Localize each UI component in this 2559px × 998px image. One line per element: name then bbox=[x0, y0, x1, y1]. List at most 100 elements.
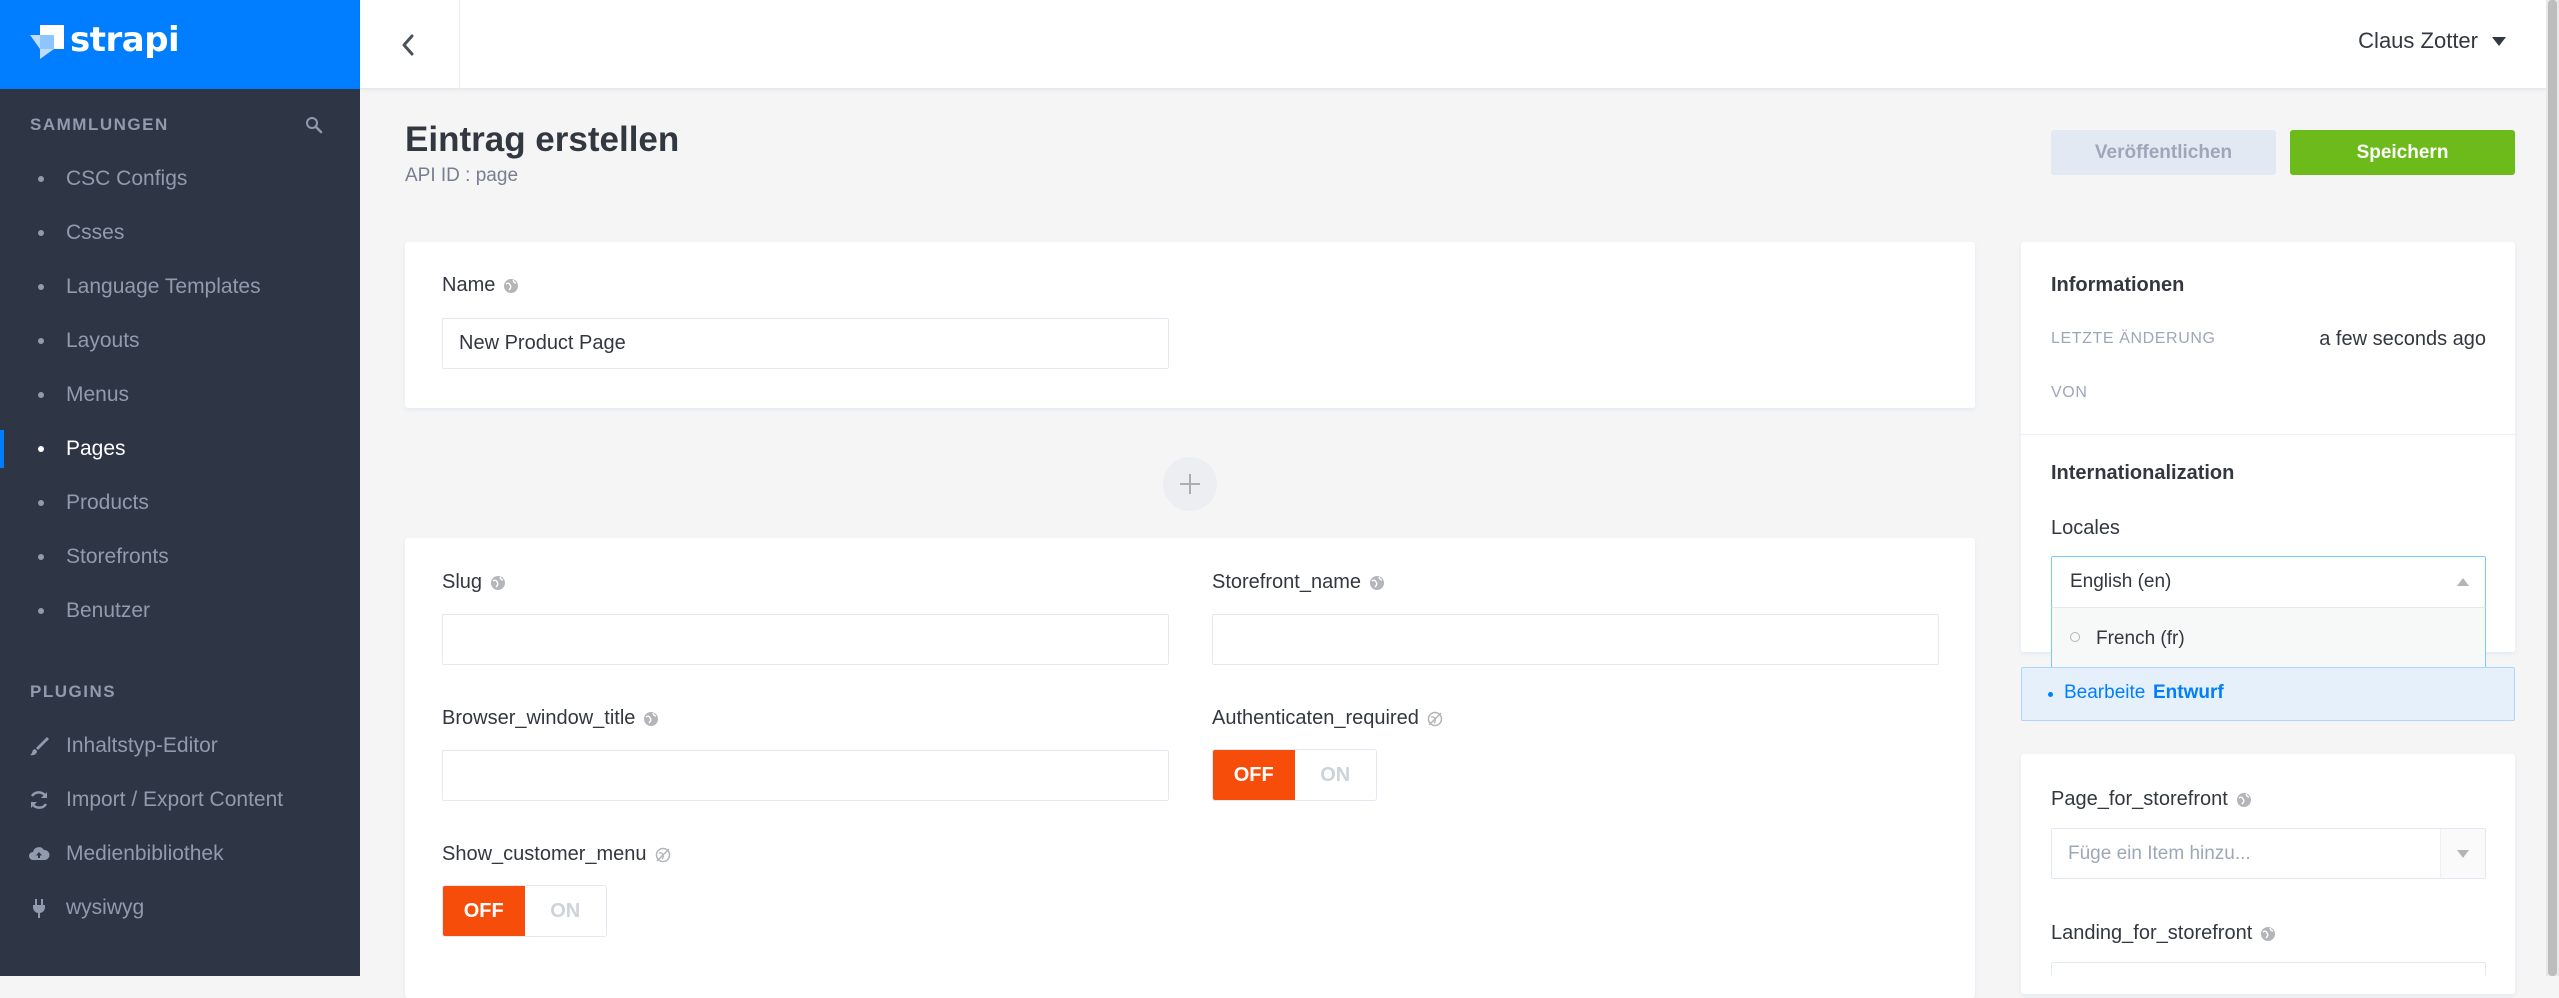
globe-icon bbox=[644, 711, 659, 726]
draft-state: Entwurf bbox=[2153, 682, 2224, 703]
sidebar-item-pages[interactable]: Pages bbox=[0, 422, 360, 476]
by-key: VON bbox=[2051, 384, 2088, 401]
chevron-left-icon bbox=[402, 34, 414, 56]
locale-option-label: French (fr) bbox=[2096, 628, 2185, 649]
search-icon[interactable] bbox=[305, 116, 323, 134]
globe-off-icon bbox=[1427, 711, 1443, 726]
bullet-icon bbox=[38, 392, 44, 398]
sidebar-item-layouts[interactable]: Layouts bbox=[0, 314, 360, 368]
strapi-logo-icon bbox=[30, 25, 64, 59]
sidebar-plugin-label: wysiwyg bbox=[66, 896, 145, 919]
sidebar-item-label: Benutzer bbox=[66, 599, 151, 622]
add-component-button[interactable] bbox=[1163, 457, 1217, 511]
sidebar-plugin-inhaltstyp-editor[interactable]: Inhaltstyp-Editor bbox=[0, 719, 360, 773]
sidebar-item-menus[interactable]: Menus bbox=[0, 368, 360, 422]
show-customer-menu-toggle[interactable]: OFF ON bbox=[442, 885, 607, 937]
show-customer-menu-label-text: Show_customer_menu bbox=[442, 843, 647, 865]
brand-name: strapi bbox=[70, 20, 180, 60]
slug-label-text: Slug bbox=[442, 571, 483, 593]
sidebar-item-language-templates[interactable]: Language Templates bbox=[0, 260, 360, 314]
sidebar-item-storefronts[interactable]: Storefronts bbox=[0, 530, 360, 584]
toggle-off-option[interactable]: OFF bbox=[443, 886, 525, 936]
page-for-storefront-placeholder: Füge ein Item hinzu... bbox=[2068, 843, 2251, 864]
sidebar-plugin-wysiwyg[interactable]: wysiwyg bbox=[0, 881, 360, 935]
globe-icon bbox=[1369, 575, 1384, 590]
sidebar-item-label: Menus bbox=[66, 383, 130, 406]
cloud-upload-icon bbox=[29, 847, 50, 860]
browser-window-title-field-label: Browser_window_title bbox=[442, 707, 659, 730]
bullet-icon bbox=[38, 230, 44, 236]
sidebar-item-label: Layouts bbox=[66, 329, 140, 352]
sidebar-plugin-label: Import / Export Content bbox=[66, 788, 284, 811]
storefront-name-label-text: Storefront_name bbox=[1212, 571, 1361, 593]
save-button[interactable]: Speichern bbox=[2290, 130, 2515, 175]
name-input[interactable]: New Product Page bbox=[442, 318, 1169, 369]
back-button[interactable] bbox=[360, 0, 460, 89]
user-name: Claus Zotter bbox=[2358, 28, 2478, 53]
sidebar-item-label: Products bbox=[66, 491, 149, 514]
info-title: Informationen bbox=[2051, 274, 2185, 296]
slug-input[interactable] bbox=[442, 614, 1169, 665]
storefront-name-input[interactable] bbox=[1212, 614, 1939, 665]
storefront-name-field-label: Storefront_name bbox=[1212, 571, 1385, 594]
scrollbar-thumb[interactable] bbox=[2548, 0, 2557, 976]
api-id: API ID : page bbox=[405, 165, 519, 186]
bullet-icon bbox=[2048, 692, 2053, 697]
draft-banner: Bearbeite Entwurf bbox=[2021, 667, 2515, 721]
radio-circle-icon bbox=[2070, 632, 2080, 642]
last-change-value: a few seconds ago bbox=[2319, 328, 2486, 350]
draft-prefix: Bearbeite bbox=[2064, 682, 2146, 703]
name-field-label: Name bbox=[442, 274, 519, 297]
locale-dropdown: French (fr) bbox=[2051, 607, 2486, 671]
divider bbox=[2021, 434, 2515, 435]
locale-select-toggle[interactable] bbox=[2441, 557, 2485, 607]
sidebar-item-benutzer[interactable]: Benutzer bbox=[0, 584, 360, 638]
name-label-text: Name bbox=[442, 274, 496, 296]
globe-off-icon bbox=[655, 847, 670, 862]
publish-button[interactable]: Veröffentlichen bbox=[2051, 130, 2276, 175]
plug-icon bbox=[33, 899, 45, 918]
globe-icon bbox=[491, 575, 506, 590]
toggle-on-option[interactable]: ON bbox=[1294, 750, 1376, 800]
caret-down-icon bbox=[2492, 36, 2506, 46]
toggle-on-option[interactable]: ON bbox=[524, 886, 606, 936]
sidebar-item-csc-configs[interactable]: CSC Configs bbox=[0, 152, 360, 206]
bullet-icon bbox=[38, 500, 44, 506]
collections-section-title: SAMMLUNGEN bbox=[30, 115, 169, 134]
locale-select[interactable]: English (en) bbox=[2051, 556, 2486, 608]
sidebar-item-products[interactable]: Products bbox=[0, 476, 360, 530]
sidebar-item-label: Pages bbox=[66, 437, 126, 460]
select-toggle[interactable] bbox=[2440, 829, 2485, 878]
toggle-off-option[interactable]: OFF bbox=[1213, 750, 1295, 800]
sidebar-item-label: Storefronts bbox=[66, 545, 169, 568]
sidebar-item-label: CSC Configs bbox=[66, 167, 188, 190]
browser-window-title-input[interactable] bbox=[442, 750, 1169, 801]
paintbrush-icon bbox=[30, 737, 49, 756]
i18n-title: Internationalization bbox=[2051, 462, 2235, 484]
caret-up-icon bbox=[2457, 578, 2469, 586]
brand-header[interactable]: strapi bbox=[0, 0, 360, 89]
authenticaten-required-label-text: Authenticaten_required bbox=[1212, 707, 1419, 729]
globe-icon bbox=[504, 278, 519, 293]
page-for-storefront-field-label: Page_for_storefront bbox=[2051, 788, 2252, 811]
top-header bbox=[360, 0, 2546, 89]
sidebar-plugin-label: Medienbibliothek bbox=[66, 842, 224, 865]
plugins-section-title: PLUGINS bbox=[30, 682, 117, 701]
show-customer-menu-field-label: Show_customer_menu bbox=[442, 843, 671, 866]
sidebar-item-label: Language Templates bbox=[66, 275, 261, 298]
sidebar-item-label: Csses bbox=[66, 221, 125, 244]
authenticaten-required-toggle[interactable]: OFF ON bbox=[1212, 749, 1377, 801]
locales-label: Locales bbox=[2051, 517, 2120, 539]
page-for-storefront-label-text: Page_for_storefront bbox=[2051, 788, 2228, 810]
sidebar-item-csses[interactable]: Csses bbox=[0, 206, 360, 260]
locale-option[interactable]: French (fr) bbox=[2052, 608, 2485, 670]
sidebar-plugin-medienbibliothek[interactable]: Medienbibliothek bbox=[0, 827, 360, 881]
page-for-storefront-select[interactable]: Füge ein Item hinzu... bbox=[2051, 828, 2486, 879]
user-menu[interactable]: Claus Zotter bbox=[2358, 28, 2506, 54]
sidebar-plugin-import-export[interactable]: Import / Export Content bbox=[0, 773, 360, 827]
landing-for-storefront-field-label: Landing_for_storefront bbox=[2051, 922, 2276, 945]
bullet-icon bbox=[38, 608, 44, 614]
sync-icon bbox=[30, 791, 48, 809]
globe-icon bbox=[2236, 792, 2251, 807]
landing-for-storefront-select[interactable] bbox=[2051, 962, 2486, 976]
